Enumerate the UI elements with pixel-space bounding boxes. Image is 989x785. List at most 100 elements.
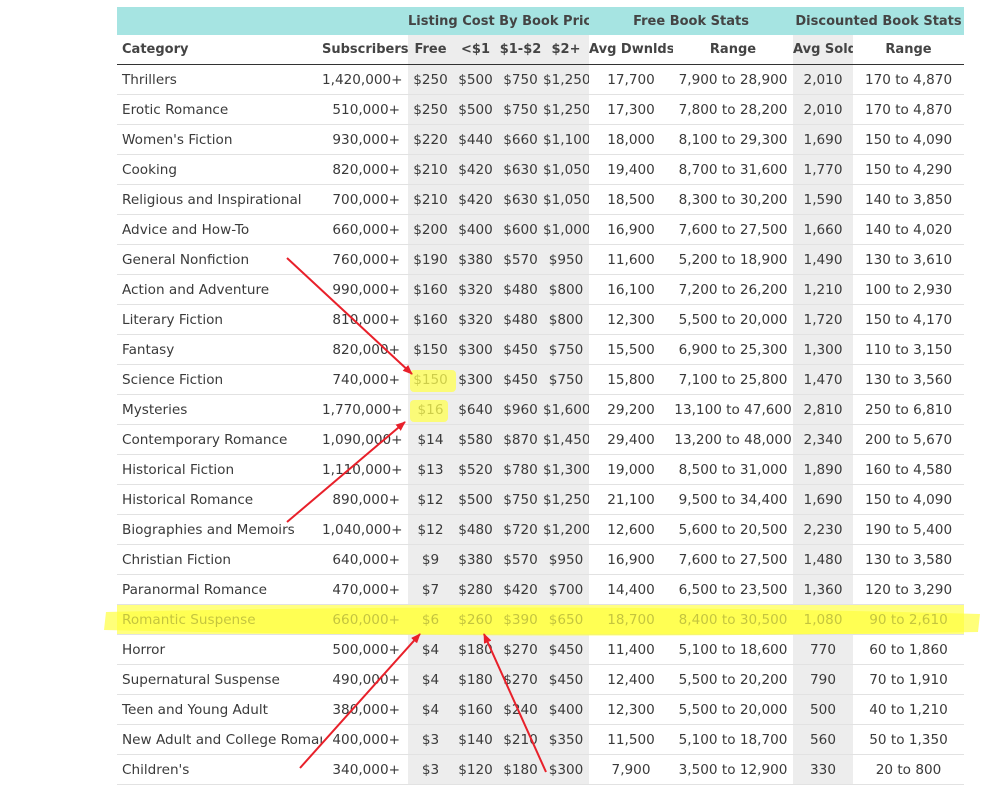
cell-avg-sold: 1,690 xyxy=(793,124,854,155)
table-row: Paranormal Romance 470,000+ $7 $280 $420 $700… xyxy=(117,574,965,605)
cell-avg-sold: 1,720 xyxy=(793,304,854,335)
cell-subscribers: 760,000+ xyxy=(322,244,408,275)
cell-discount-range: 40 to 1,210 xyxy=(853,694,965,725)
cell-avg-downloads: 29,200 xyxy=(589,394,674,425)
cell-1-to-2: $750 xyxy=(498,94,543,125)
cell-over-2: $950 xyxy=(543,244,590,275)
group-header-blank xyxy=(117,7,408,35)
cell-free: $4 xyxy=(408,664,453,695)
table-row: Science Fiction 740,000+ $150 $300 $450 $750 1… xyxy=(117,364,965,395)
cell-discount-range: 190 to 5,400 xyxy=(853,514,965,545)
cell-subscribers: 1,770,000+ xyxy=(322,394,408,425)
cell-discount-range: 110 to 3,150 xyxy=(853,334,965,365)
column-header-over-2: $2+ xyxy=(543,35,590,65)
cell-discount-range: 90 to 2,610 xyxy=(853,604,965,635)
cell-under-1: $480 xyxy=(453,514,498,545)
cell-avg-sold: 790 xyxy=(793,664,854,695)
cell-subscribers: 340,000+ xyxy=(322,754,408,785)
cell-free-range: 6,500 to 23,500 xyxy=(673,574,794,605)
cell-free: $4 xyxy=(408,634,453,665)
cell-category: Paranormal Romance xyxy=(117,574,322,605)
cell-avg-sold: 2,340 xyxy=(793,424,854,455)
table-row: Horror 500,000+ $4 $180 $270 $450 11,400 5,100 … xyxy=(117,634,965,665)
cell-over-2: $300 xyxy=(543,754,590,785)
cell-discount-range: 130 to 3,560 xyxy=(853,364,965,395)
cell-free-range: 7,600 to 27,500 xyxy=(673,214,794,245)
cell-under-1: $420 xyxy=(453,184,498,215)
cell-category: Historical Fiction xyxy=(117,454,322,485)
cell-free-range: 8,100 to 29,300 xyxy=(673,124,794,155)
cell-over-2: $1,200 xyxy=(543,514,590,545)
cell-discount-range: 20 to 800 xyxy=(853,754,965,785)
cell-discount-range: 130 to 3,610 xyxy=(853,244,965,275)
cell-free-range: 13,200 to 48,000 xyxy=(673,424,794,455)
cell-category: Advice and How-To xyxy=(117,214,322,245)
cell-avg-sold: 770 xyxy=(793,634,854,665)
cell-subscribers: 470,000+ xyxy=(322,574,408,605)
cell-free: $210 xyxy=(408,154,453,185)
pricing-table-container: Listing Cost By Book Price Free Book Sta… xyxy=(117,7,965,785)
cell-category: Teen and Young Adult xyxy=(117,694,322,725)
cell-discount-range: 150 to 4,290 xyxy=(853,154,965,185)
cell-1-to-2: $570 xyxy=(498,544,543,575)
cell-free: $13 xyxy=(408,454,453,485)
cell-avg-sold: 1,080 xyxy=(793,604,854,635)
cell-1-to-2: $630 xyxy=(498,154,543,185)
table-row: Literary Fiction 810,000+ $160 $320 $480 $800… xyxy=(117,304,965,335)
cell-discount-range: 120 to 3,290 xyxy=(853,574,965,605)
cell-1-to-2: $660 xyxy=(498,124,543,155)
cell-category: Horror xyxy=(117,634,322,665)
cell-free-range: 5,500 to 20,000 xyxy=(673,304,794,335)
cell-over-2: $1,250 xyxy=(543,64,590,95)
cell-1-to-2: $960 xyxy=(498,394,543,425)
cell-1-to-2: $750 xyxy=(498,64,543,95)
cell-free: $150 xyxy=(408,364,453,395)
column-header-category: Category xyxy=(117,35,322,65)
cell-subscribers: 1,420,000+ xyxy=(322,64,408,95)
cell-free: $7 xyxy=(408,574,453,605)
cell-free: $200 xyxy=(408,214,453,245)
cell-discount-range: 140 to 3,850 xyxy=(853,184,965,215)
cell-under-1: $300 xyxy=(453,334,498,365)
cell-avg-downloads: 18,500 xyxy=(589,184,674,215)
cell-subscribers: 700,000+ xyxy=(322,184,408,215)
column-header-avg-downloads: Avg Dwnlds xyxy=(589,35,674,65)
cell-subscribers: 380,000+ xyxy=(322,694,408,725)
cell-avg-downloads: 17,700 xyxy=(589,64,674,95)
cell-avg-downloads: 12,600 xyxy=(589,514,674,545)
cell-under-1: $260 xyxy=(453,604,498,635)
group-header-free-stats: Free Book Stats xyxy=(589,7,794,35)
cell-under-1: $520 xyxy=(453,454,498,485)
cell-over-2: $1,250 xyxy=(543,484,590,515)
cell-free: $160 xyxy=(408,274,453,305)
table-row: Christian Fiction 640,000+ $9 $380 $570 $950 1… xyxy=(117,544,965,575)
group-header-discounted-stats: Discounted Book Stats xyxy=(793,7,965,35)
cell-free: $250 xyxy=(408,94,453,125)
table-row: Romantic Suspense 660,000+ $6 $260 $390 $650 1… xyxy=(117,604,965,635)
cell-over-2: $1,000 xyxy=(543,214,590,245)
cell-free-range: 7,900 to 28,900 xyxy=(673,64,794,95)
cell-category: Biographies and Memoirs xyxy=(117,514,322,545)
cell-under-1: $160 xyxy=(453,694,498,725)
cell-free: $12 xyxy=(408,484,453,515)
cell-avg-sold: 1,300 xyxy=(793,334,854,365)
column-header-1-to-2: $1-$2 xyxy=(498,35,543,65)
cell-subscribers: 1,040,000+ xyxy=(322,514,408,545)
cell-1-to-2: $630 xyxy=(498,184,543,215)
cell-category: Thrillers xyxy=(117,64,322,95)
table-row: Mysteries 1,770,000+ $16 $640 $960 $1,600 29,2… xyxy=(117,394,965,425)
table-row: Women's Fiction 930,000+ $220 $440 $660 $1,10… xyxy=(117,124,965,155)
table-row: Biographies and Memoirs 1,040,000+ $12 $480… xyxy=(117,514,965,545)
cell-avg-downloads: 12,400 xyxy=(589,664,674,695)
cell-avg-sold: 1,690 xyxy=(793,484,854,515)
cell-free: $150 xyxy=(408,334,453,365)
cell-category: Contemporary Romance xyxy=(117,424,322,455)
cell-free-range: 7,200 to 26,200 xyxy=(673,274,794,305)
cell-1-to-2: $390 xyxy=(498,604,543,635)
cell-under-1: $140 xyxy=(453,724,498,755)
cell-1-to-2: $750 xyxy=(498,484,543,515)
cell-avg-downloads: 14,400 xyxy=(589,574,674,605)
cell-avg-downloads: 12,300 xyxy=(589,304,674,335)
column-header-free: Free xyxy=(408,35,453,65)
cell-over-2: $750 xyxy=(543,364,590,395)
